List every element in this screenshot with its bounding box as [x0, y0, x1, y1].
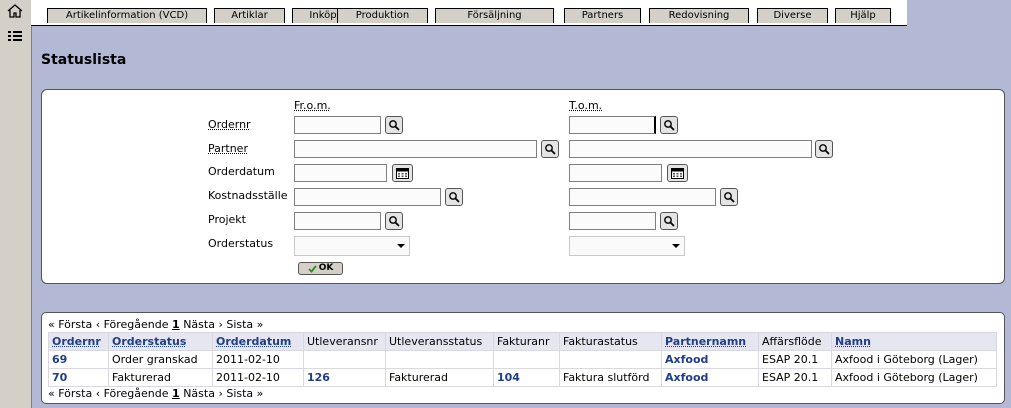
ordernr-from-search-icon[interactable]: [385, 116, 403, 134]
pager-bottom: « Första ‹ Föregående 1 Nästa › Sista »: [48, 387, 263, 400]
cell-fakturanr-link[interactable]: [493, 350, 560, 369]
orderstatus-label: Orderstatus: [208, 237, 274, 250]
pager-next-link[interactable]: Nästa ›: [183, 318, 223, 331]
tab-partners[interactable]: Partners: [564, 8, 641, 23]
to-column-label: T.o.m.: [569, 99, 603, 112]
tab-hjalp[interactable]: Hjälp: [835, 8, 891, 23]
col-header-fakturastatus: Fakturastatus: [559, 332, 662, 351]
col-header-orderdatum[interactable]: Orderdatum: [212, 332, 304, 351]
search-panel: Fr.o.m. T.o.m. Ordernr Partner Orderdatu…: [41, 89, 1005, 284]
ordernr-label: Ordernr: [208, 118, 251, 131]
left-toolbar: [0, 0, 32, 408]
top-tab-bar: Artikelinformation (VCD) Artiklar Inköp …: [31, 0, 907, 26]
projekt-to-input[interactable]: [569, 212, 656, 230]
kostnadsstalle-from-input[interactable]: [294, 188, 441, 206]
cell-orderstatus: Order granskad: [108, 350, 213, 369]
projekt-label: Projekt: [208, 213, 246, 226]
orderdatum-to-input[interactable]: [569, 164, 662, 182]
cell-utleveransnr-link[interactable]: 126: [303, 368, 386, 387]
home-icon[interactable]: [6, 3, 24, 19]
cell-fakturastatus: Faktura slutförd: [559, 368, 662, 387]
results-table: Ordernr Orderstatus Orderdatum Utleveran…: [48, 332, 997, 387]
from-column-label: Fr.o.m.: [294, 99, 331, 112]
orderdatum-to-calendar-icon[interactable]: [667, 164, 688, 182]
results-header-row: Ordernr Orderstatus Orderdatum Utleveran…: [48, 332, 997, 351]
cell-orderstatus: Fakturerad: [108, 368, 213, 387]
col-header-utleveransstatus: Utleveransstatus: [385, 332, 494, 351]
cell-ordernr-link[interactable]: 70: [48, 368, 109, 387]
orderstatus-from-select[interactable]: [294, 236, 410, 256]
col-header-orderstatus[interactable]: Orderstatus: [108, 332, 213, 351]
kostnadsstalle-label: Kostnadsställe: [208, 189, 288, 202]
col-header-affarsflode: Affärsflöde: [758, 332, 832, 351]
cell-fakturastatus: [559, 350, 662, 369]
tab-artikelinformation[interactable]: Artikelinformation (VCD): [47, 8, 207, 23]
ok-button[interactable]: OK: [298, 262, 343, 275]
results-panel: « Första ‹ Föregående 1 Nästa › Sista » …: [41, 312, 1005, 404]
projekt-from-input[interactable]: [294, 212, 381, 230]
chevron-down-icon: [672, 244, 680, 248]
col-header-utleveransnr: Utleveransnr: [303, 332, 386, 351]
tab-forsaljning[interactable]: Försäljning: [435, 8, 554, 23]
orderdatum-label: Orderdatum: [208, 165, 275, 178]
ok-button-label: OK: [318, 263, 334, 273]
tab-produktion[interactable]: Produktion: [337, 8, 428, 23]
col-header-fakturanr: Fakturanr: [493, 332, 560, 351]
cell-partnernamn-link[interactable]: Axfood: [661, 368, 759, 387]
page-title: Statuslista: [41, 52, 127, 68]
pager-prev-link[interactable]: ‹ Föregående: [96, 387, 169, 400]
partner-from-search-icon[interactable]: [541, 140, 559, 158]
cell-utleveransstatus: Fakturerad: [385, 368, 494, 387]
cell-partnernamn-link[interactable]: Axfood: [661, 350, 759, 369]
partner-from-input[interactable]: [294, 140, 537, 158]
cell-orderdatum: 2011-02-10: [212, 350, 304, 369]
ordernr-to-search-icon[interactable]: [660, 116, 678, 134]
orderdatum-from-input[interactable]: [294, 164, 387, 182]
cell-orderdatum: 2011-02-10: [212, 368, 304, 387]
cell-utleveransnr-link[interactable]: [303, 350, 386, 369]
col-header-partnernamn[interactable]: Partnernamn: [661, 332, 759, 351]
cell-ordernr-link[interactable]: 69: [48, 350, 109, 369]
pager-prev-link[interactable]: ‹ Föregående: [96, 318, 169, 331]
col-header-ordernr[interactable]: Ordernr: [48, 332, 109, 351]
kostnadsstalle-to-search-icon[interactable]: [720, 188, 738, 206]
checkmark-icon: [308, 264, 317, 273]
pager-next-link[interactable]: Nästa ›: [183, 387, 223, 400]
partner-to-search-icon[interactable]: [815, 140, 833, 158]
pager-last-link[interactable]: Sista »: [226, 318, 263, 331]
pager-top: « Första ‹ Föregående 1 Nästa › Sista »: [48, 318, 263, 331]
tab-redovisning[interactable]: Redovisning: [649, 8, 749, 23]
cell-affarsflode: ESAP 20.1: [758, 368, 832, 387]
cell-namn: Axfood i Göteborg (Lager): [831, 368, 997, 387]
tab-diverse[interactable]: Diverse: [757, 8, 828, 23]
pager-last-link[interactable]: Sista »: [226, 387, 263, 400]
pager-current-page: 1: [172, 387, 180, 400]
cell-namn: Axfood i Göteborg (Lager): [831, 350, 997, 369]
kostnadsstalle-to-input[interactable]: [569, 188, 716, 206]
projekt-to-search-icon[interactable]: [660, 212, 678, 230]
table-row: 69 Order granskad 2011-02-10 Axfood ESAP…: [48, 350, 997, 369]
projekt-from-search-icon[interactable]: [385, 212, 403, 230]
partner-label: Partner: [208, 142, 248, 155]
ordernr-from-input[interactable]: [294, 116, 381, 134]
table-row: 70 Fakturerad 2011-02-10 126 Fakturerad …: [48, 368, 997, 387]
pager-first-link[interactable]: « Första: [48, 387, 92, 400]
chevron-down-icon: [397, 244, 405, 248]
pager-current-page: 1: [172, 318, 180, 331]
tab-artiklar[interactable]: Artiklar: [214, 8, 285, 23]
orderdatum-from-calendar-icon[interactable]: [392, 164, 413, 182]
cell-affarsflode: ESAP 20.1: [758, 350, 832, 369]
pager-first-link[interactable]: « Första: [48, 318, 92, 331]
partner-to-input[interactable]: [569, 140, 812, 158]
ordernr-to-input[interactable]: [569, 116, 656, 134]
kostnadsstalle-from-search-icon[interactable]: [445, 188, 463, 206]
orderstatus-to-select[interactable]: [569, 236, 685, 256]
cell-fakturanr-link[interactable]: 104: [493, 368, 560, 387]
col-header-namn[interactable]: Namn: [831, 332, 997, 351]
cell-utleveransstatus: [385, 350, 494, 369]
list-icon[interactable]: [6, 29, 24, 45]
